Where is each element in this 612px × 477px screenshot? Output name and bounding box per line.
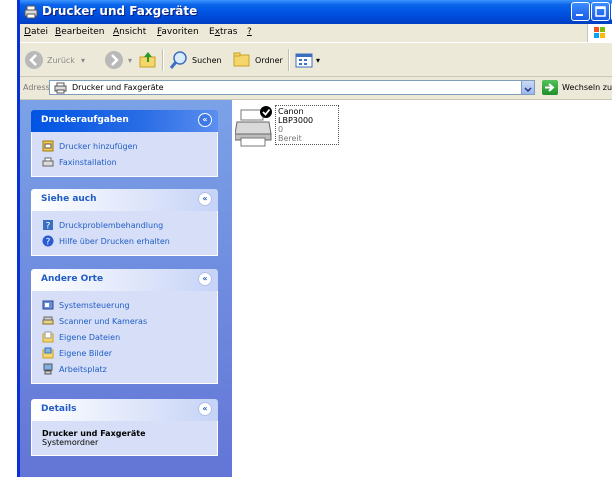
minimize-button[interactable] bbox=[571, 2, 590, 21]
views-icon bbox=[295, 53, 313, 68]
menu-extras[interactable]: Extras bbox=[209, 27, 237, 37]
forward-button[interactable]: ▾ bbox=[104, 49, 132, 71]
add-printer-link[interactable]: Drucker hinzufügen bbox=[32, 138, 217, 154]
help-icon: ? bbox=[42, 235, 54, 247]
back-button[interactable]: Zurück ▾ bbox=[24, 49, 85, 71]
search-icon bbox=[169, 51, 187, 69]
collapse-icon[interactable]: « bbox=[198, 272, 212, 286]
print-troubleshooter-link[interactable]: ? Druckproblembehandlung bbox=[32, 217, 217, 233]
other-places-header[interactable]: Andere Orte « bbox=[31, 269, 218, 291]
collapse-icon[interactable]: « bbox=[198, 402, 212, 416]
go-arrow-icon bbox=[545, 83, 555, 92]
my-computer-link[interactable]: Arbeitsplatz bbox=[32, 361, 217, 377]
search-button[interactable]: Suchen bbox=[169, 49, 222, 71]
details-name: Drucker und Faxgeräte bbox=[42, 429, 146, 438]
printer-tasks-body: Drucker hinzufügen Faxinstallation bbox=[31, 132, 218, 177]
task-pane: Druckeraufgaben « Drucker hinzufügen Fax… bbox=[20, 100, 232, 477]
scanners-cameras-link[interactable]: Scanner und Kameras bbox=[32, 313, 217, 329]
printer-tasks-header[interactable]: Druckeraufgaben « bbox=[31, 110, 218, 132]
scanner-icon bbox=[42, 316, 54, 325]
back-arrow-icon bbox=[25, 51, 43, 69]
folder-icon bbox=[42, 331, 54, 343]
details-body: Drucker und Faxgeräte Systemordner bbox=[31, 421, 218, 456]
other-places-body: Systemsteuerung Scanner und Kameras Eige… bbox=[31, 291, 218, 384]
my-documents-link[interactable]: Eigene Dateien bbox=[32, 329, 217, 345]
menu-bearbeiten[interactable]: Bearbeiten bbox=[55, 27, 104, 37]
svg-text:?: ? bbox=[46, 222, 51, 232]
views-button[interactable]: ▾ bbox=[294, 49, 320, 71]
printer-jobs: 0 bbox=[278, 125, 284, 134]
pictures-folder-icon bbox=[42, 347, 54, 359]
fax-icon bbox=[42, 157, 54, 167]
details-panel: Details « Drucker und Faxgeräte Systemor… bbox=[31, 399, 218, 456]
printer-tasks-panel: Druckeraufgaben « Drucker hinzufügen Fax… bbox=[31, 110, 218, 177]
see-also-body: ? Druckproblembehandlung ? Hilfe über Dr… bbox=[31, 211, 218, 256]
see-also-header[interactable]: Siehe auch « bbox=[31, 189, 218, 211]
svg-text:?: ? bbox=[46, 238, 51, 248]
address-bar: Adresse Drucker und Faxgeräte Wechseln z… bbox=[20, 77, 612, 100]
other-places-panel: Andere Orte « Systemsteuerung Scanner un… bbox=[31, 269, 218, 384]
details-header[interactable]: Details « bbox=[31, 399, 218, 421]
my-pictures-link[interactable]: Eigene Bilder bbox=[32, 345, 217, 361]
toolbar-separator bbox=[162, 49, 164, 71]
windows-logo-icon bbox=[587, 24, 612, 42]
add-printer-icon bbox=[42, 140, 54, 152]
see-also-panel: Siehe auch « ? Druckproblembehandlung ? … bbox=[31, 189, 218, 256]
folders-button[interactable]: Ordner bbox=[232, 49, 283, 71]
printer-name: Canon LBP3000 bbox=[278, 107, 314, 125]
printer-label[interactable]: Canon LBP3000 0 Bereit bbox=[275, 105, 339, 145]
printing-help-link[interactable]: ? Hilfe über Drucken erhalten bbox=[32, 233, 217, 249]
menu-bar: Datei Bearbeiten Ansicht Favoriten Extra… bbox=[20, 24, 612, 43]
forward-dropdown-icon: ▾ bbox=[128, 55, 133, 65]
collapse-icon[interactable]: « bbox=[198, 192, 212, 206]
maximize-icon bbox=[595, 6, 606, 17]
printer-icon[interactable] bbox=[235, 104, 275, 148]
control-panel-icon bbox=[42, 300, 54, 310]
go-button[interactable] bbox=[542, 80, 558, 95]
explorer-window: Drucker und Faxgeräte Datei Bearbeiten A… bbox=[17, 0, 612, 477]
printer-folder-icon bbox=[24, 5, 38, 19]
views-dropdown-icon: ▾ bbox=[316, 55, 321, 65]
collapse-icon[interactable]: « bbox=[198, 113, 212, 127]
details-type: Systemordner bbox=[42, 438, 99, 447]
fax-setup-link[interactable]: Faxinstallation bbox=[32, 154, 217, 170]
address-value: Drucker und Faxgeräte bbox=[72, 83, 164, 92]
printer-folder-icon bbox=[54, 82, 67, 94]
toolbar-separator bbox=[288, 49, 290, 71]
printer-status: Bereit bbox=[278, 134, 302, 143]
up-folder-button[interactable] bbox=[138, 49, 158, 71]
menu-datei[interactable]: Datei bbox=[24, 27, 48, 37]
menu-favoriten[interactable]: Favoriten bbox=[157, 27, 199, 37]
back-dropdown-icon: ▾ bbox=[80, 55, 85, 65]
standard-toolbar: Zurück ▾ ▾ Suchen Ordner ▾ bbox=[20, 43, 612, 77]
maximize-button[interactable] bbox=[591, 2, 610, 21]
address-input[interactable]: Drucker und Faxgeräte bbox=[49, 80, 535, 95]
forward-arrow-icon bbox=[105, 51, 123, 69]
minimize-icon bbox=[576, 14, 583, 16]
window-title: Drucker und Faxgeräte bbox=[42, 4, 198, 18]
folders-icon bbox=[233, 52, 250, 67]
up-folder-icon bbox=[139, 52, 156, 68]
menu-help[interactable]: ? bbox=[247, 27, 252, 37]
help-book-icon: ? bbox=[43, 220, 53, 232]
title-bar[interactable]: Drucker und Faxgeräte bbox=[20, 0, 612, 24]
chevron-down-icon bbox=[524, 87, 532, 93]
folder-content: Canon LBP3000 0 Bereit bbox=[232, 100, 612, 477]
control-panel-link[interactable]: Systemsteuerung bbox=[32, 297, 217, 313]
menu-ansicht[interactable]: Ansicht bbox=[113, 27, 146, 37]
computer-icon bbox=[43, 363, 53, 375]
go-label[interactable]: Wechseln zu bbox=[562, 83, 612, 92]
address-dropdown-button[interactable] bbox=[521, 81, 534, 94]
